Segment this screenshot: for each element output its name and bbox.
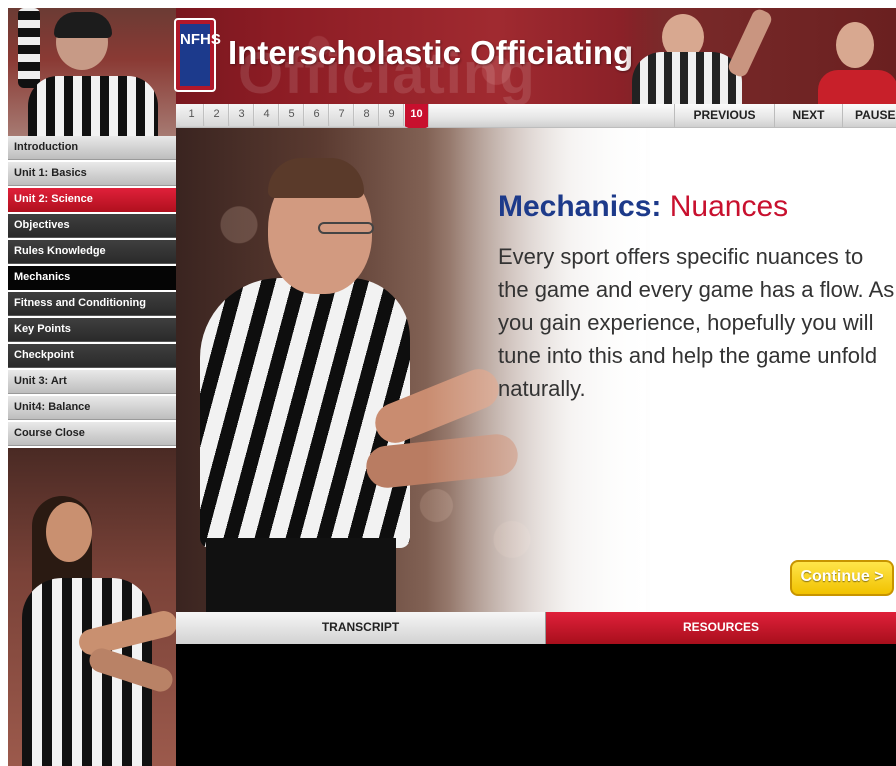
continue-button[interactable]: Continue > bbox=[790, 560, 894, 596]
slide-tab-9[interactable]: 9 bbox=[380, 104, 404, 126]
course-menu-sidebar: Introduction Unit 1: Basics Unit 2: Scie… bbox=[8, 136, 176, 448]
next-button[interactable]: NEXT bbox=[774, 104, 842, 128]
pause-button[interactable]: PAUSE bbox=[842, 104, 896, 128]
menu-item-fitness-conditioning[interactable]: Fitness and Conditioning bbox=[8, 292, 176, 316]
slide-tab-7[interactable]: 7 bbox=[330, 104, 354, 126]
slide-heading-main: Mechanics: bbox=[498, 190, 662, 223]
slide-heading: Mechanics: Nuances bbox=[498, 190, 788, 224]
slide-tab-4[interactable]: 4 bbox=[255, 104, 279, 126]
slide-body-text: Every sport offers specific nuances to t… bbox=[498, 244, 895, 401]
transcript-panel bbox=[176, 644, 896, 766]
menu-item-course-close[interactable]: Course Close bbox=[8, 422, 176, 446]
slide-tab-5[interactable]: 5 bbox=[280, 104, 304, 126]
previous-button[interactable]: PREVIOUS bbox=[674, 104, 774, 128]
menu-item-rules-knowledge[interactable]: Rules Knowledge bbox=[8, 240, 176, 264]
slide-tab-6[interactable]: 6 bbox=[305, 104, 329, 126]
referee-photo-bottom-left bbox=[8, 448, 176, 766]
menu-item-objectives[interactable]: Objectives bbox=[8, 214, 176, 238]
header-referee-photo bbox=[622, 8, 896, 104]
menu-item-unit4-balance[interactable]: Unit4: Balance bbox=[8, 396, 176, 420]
menu-item-unit3-art[interactable]: Unit 3: Art bbox=[8, 370, 176, 394]
transcript-tab[interactable]: TRANSCRIPT bbox=[176, 612, 546, 644]
menu-item-unit2-science[interactable]: Unit 2: Science bbox=[8, 188, 176, 212]
slide-tab-1[interactable]: 1 bbox=[180, 104, 204, 126]
menu-item-key-points[interactable]: Key Points bbox=[8, 318, 176, 342]
menu-item-unit1-basics[interactable]: Unit 1: Basics bbox=[8, 162, 176, 186]
slide-tab-3[interactable]: 3 bbox=[230, 104, 254, 126]
menu-item-mechanics[interactable]: Mechanics bbox=[8, 266, 176, 290]
slide-tab-2[interactable]: 2 bbox=[205, 104, 229, 126]
resources-tab[interactable]: RESOURCES bbox=[546, 612, 896, 644]
slide-tab-bar: 1 2 3 4 5 6 7 8 9 10 PREVIOUS NEXT PAUSE bbox=[176, 104, 896, 132]
slide-content: Mechanics: Nuances Every sport offers sp… bbox=[176, 128, 896, 612]
nfhs-logo-text: NFHS bbox=[180, 24, 221, 86]
app-window: Officiating NFHS Interscholastic Officia… bbox=[0, 0, 896, 766]
app-title: Interscholastic Officiating bbox=[228, 34, 634, 71]
slide-tab-8[interactable]: 8 bbox=[355, 104, 379, 126]
slide-heading-sub: Nuances bbox=[669, 190, 789, 223]
referee-photo-top-left bbox=[8, 8, 176, 136]
menu-item-checkpoint[interactable]: Checkpoint bbox=[8, 344, 176, 368]
menu-item-introduction[interactable]: Introduction bbox=[8, 136, 176, 160]
nfhs-logo: NFHS bbox=[174, 18, 221, 92]
